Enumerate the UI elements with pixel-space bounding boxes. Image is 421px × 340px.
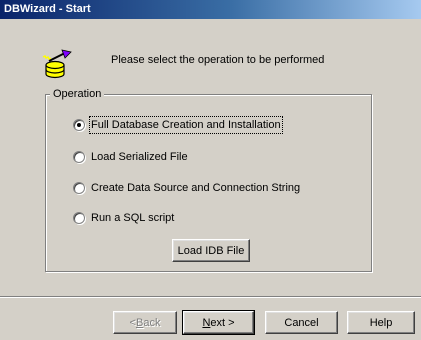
radio-full-database-creation[interactable]: Full Database Creation and Installation xyxy=(73,116,283,134)
help-button[interactable]: Help xyxy=(347,311,415,334)
radio-create-data-source[interactable]: Create Data Source and Connection String xyxy=(73,181,300,195)
radio-button[interactable] xyxy=(73,212,85,224)
radio-button[interactable] xyxy=(73,182,85,194)
radio-button-checked[interactable] xyxy=(73,119,85,131)
back-mnemonic: B xyxy=(135,316,144,329)
radio-label[interactable]: Full Database Creation and Installation xyxy=(89,116,283,134)
cancel-button[interactable]: Cancel xyxy=(265,311,338,334)
radio-label[interactable]: Run a SQL script xyxy=(91,211,174,225)
window-title: DBWizard - Start xyxy=(4,3,91,15)
database-wizard-icon xyxy=(40,47,74,81)
radio-button[interactable] xyxy=(73,151,85,163)
back-button[interactable]: < Back xyxy=(113,311,177,334)
radio-load-serialized-file[interactable]: Load Serialized File xyxy=(73,150,188,164)
title-bar: DBWizard - Start xyxy=(0,0,421,19)
instruction-text: Please select the operation to be perfor… xyxy=(111,54,325,66)
next-mnemonic: N xyxy=(202,316,211,329)
operation-group-label: Operation xyxy=(50,87,105,101)
back-label-rest: ack xyxy=(143,316,161,329)
next-button[interactable]: Next > xyxy=(182,310,255,335)
separator-line xyxy=(0,296,421,298)
radio-label[interactable]: Create Data Source and Connection String xyxy=(91,181,300,195)
radio-label[interactable]: Load Serialized File xyxy=(91,150,188,164)
radio-run-sql-script[interactable]: Run a SQL script xyxy=(73,211,174,225)
load-idb-file-button[interactable]: Load IDB File xyxy=(172,239,250,262)
next-label-rest: ext > xyxy=(210,316,235,329)
